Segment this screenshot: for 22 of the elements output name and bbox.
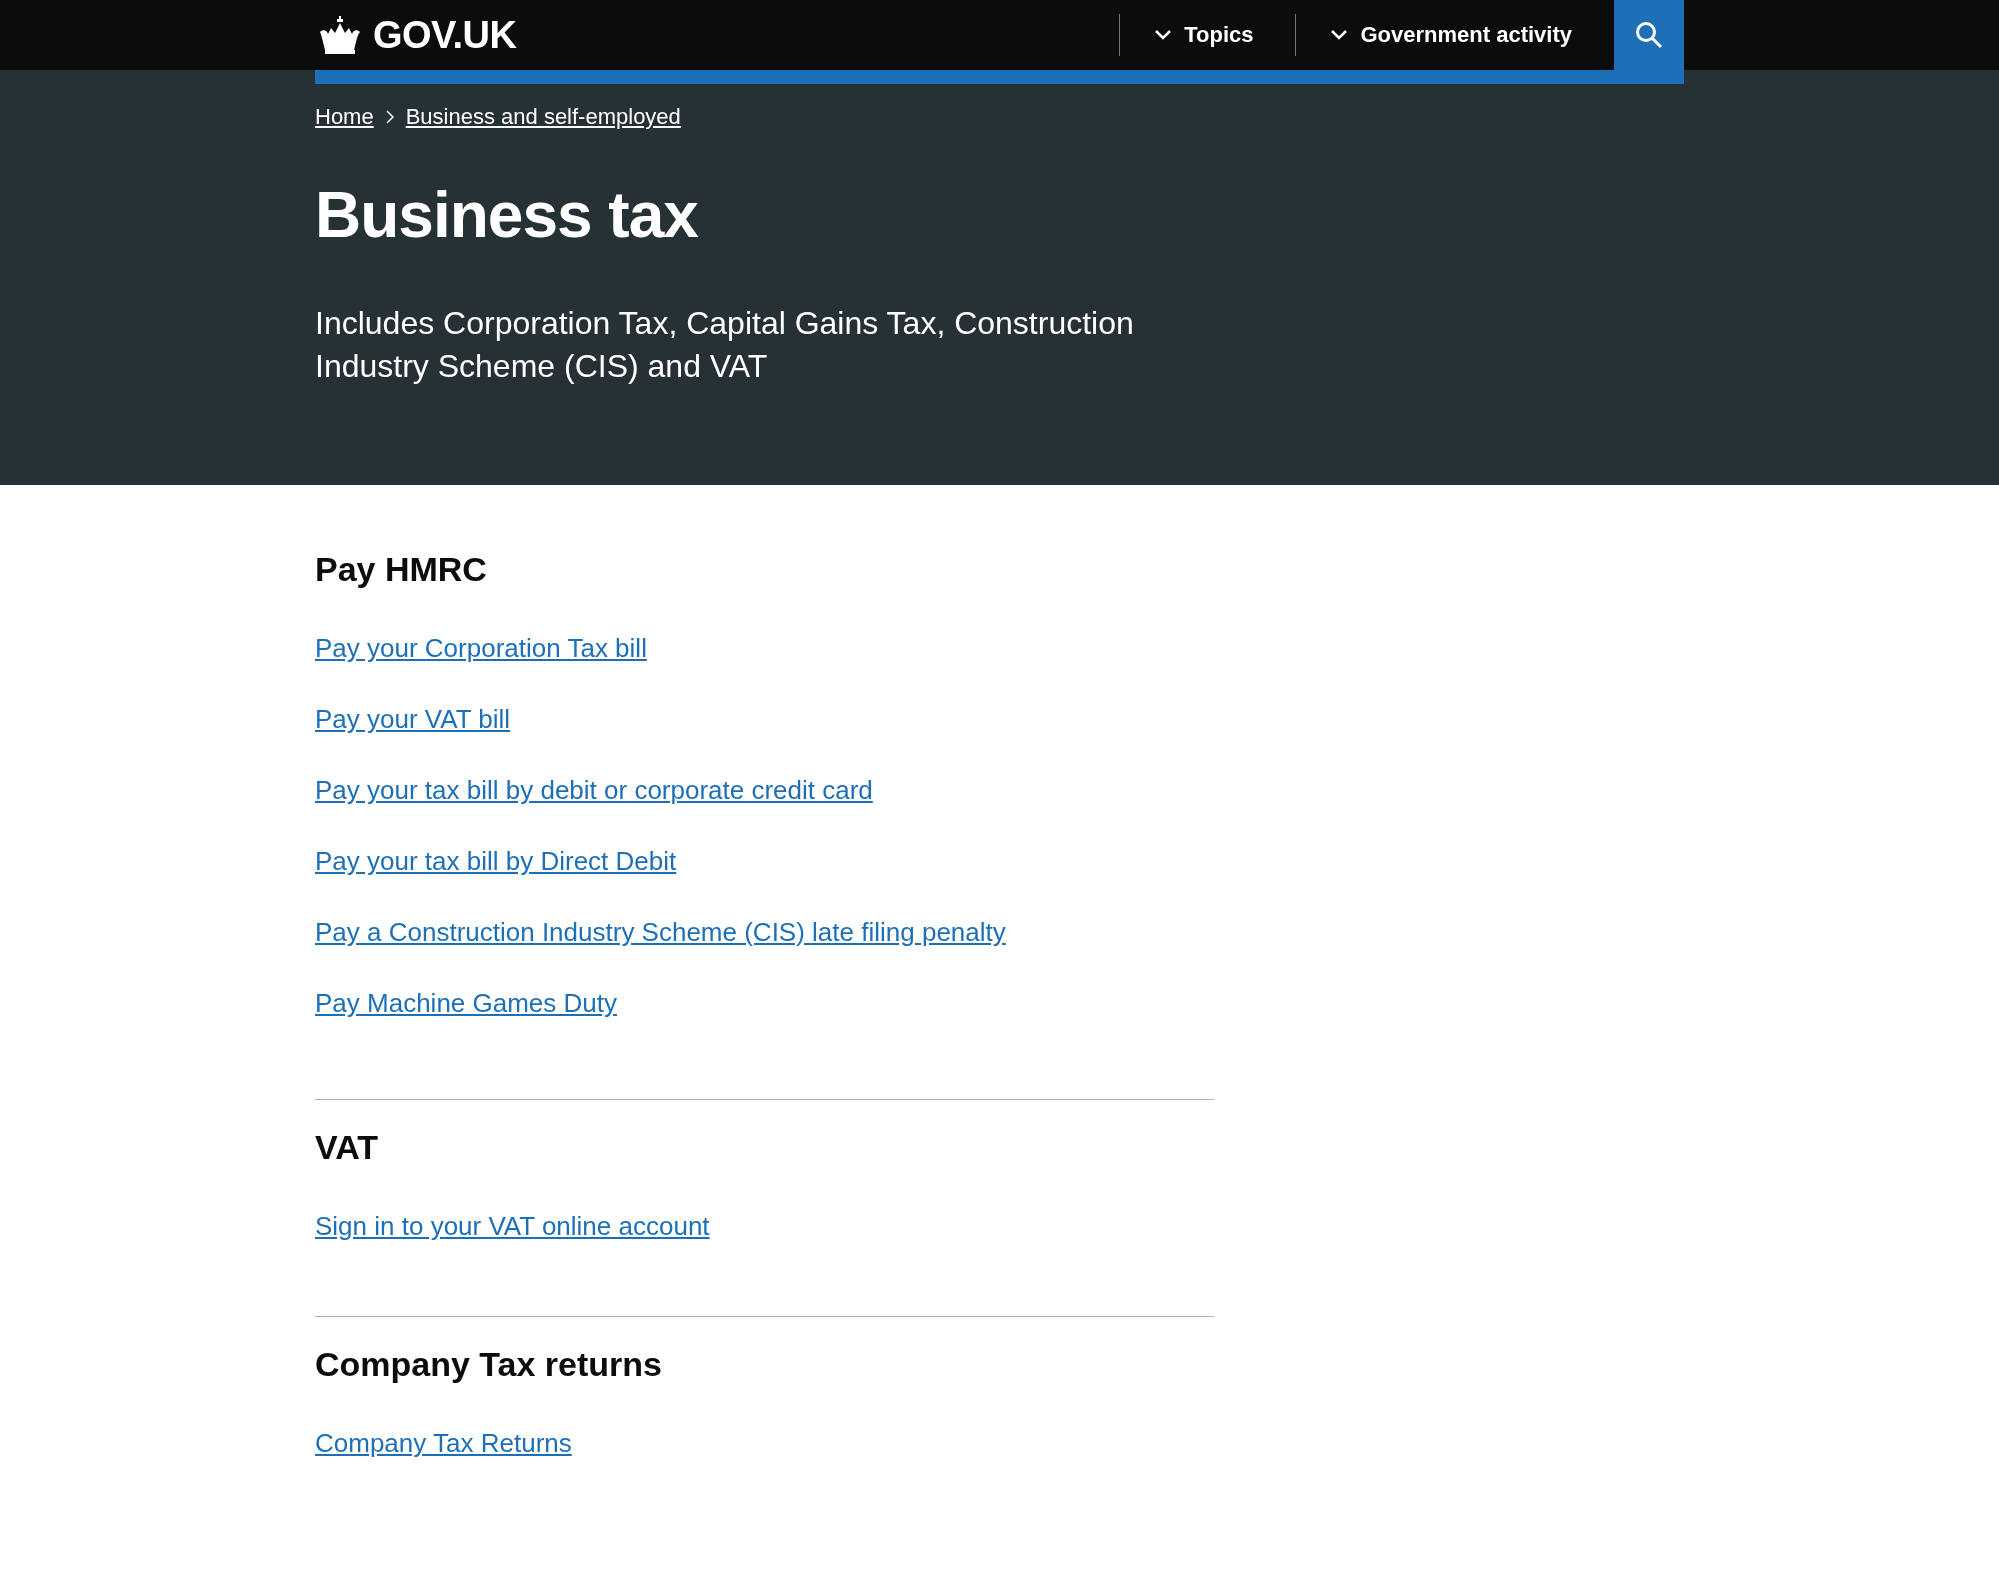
content-link[interactable]: Company Tax Returns [315,1428,572,1459]
breadcrumb-link[interactable]: Home [315,104,374,130]
search-icon [1635,21,1663,49]
content-link[interactable]: Sign in to your VAT online account [315,1211,710,1242]
section-heading: Pay HMRC [315,550,488,589]
chevron-down-icon [1154,29,1173,41]
section-heading: Company Tax returns [315,1345,663,1384]
content-link[interactable]: Pay a Construction Industry Scheme (CIS) late filing penalty [315,917,1006,948]
gov-uk-logo[interactable]: GOV.UK [315,13,517,57]
content-link[interactable]: Pay your tax bill by debit or corporate credit card [315,775,873,806]
content-link[interactable]: Pay your Corporation Tax bill [315,633,647,664]
search-button[interactable] [1614,0,1684,70]
breadcrumb-link[interactable]: Business and self-employed [405,104,681,130]
page-description: Includes Corporation Tax, Capital Gains Tax, Construction Industry Scheme (CIS) and VAT [315,304,1135,386]
content-link[interactable]: Pay your tax bill by Direct Debit [315,846,677,877]
chevron-down-icon [1330,29,1349,41]
section-heading: VAT [315,1128,379,1167]
chevron-right-icon [385,110,394,124]
content-link[interactable]: Pay Machine Games Duty [315,988,617,1019]
nav-menu-button[interactable]: Topics [1119,14,1296,56]
content-link[interactable]: Pay your VAT bill [315,704,511,735]
page-title: Business tax [315,178,699,252]
